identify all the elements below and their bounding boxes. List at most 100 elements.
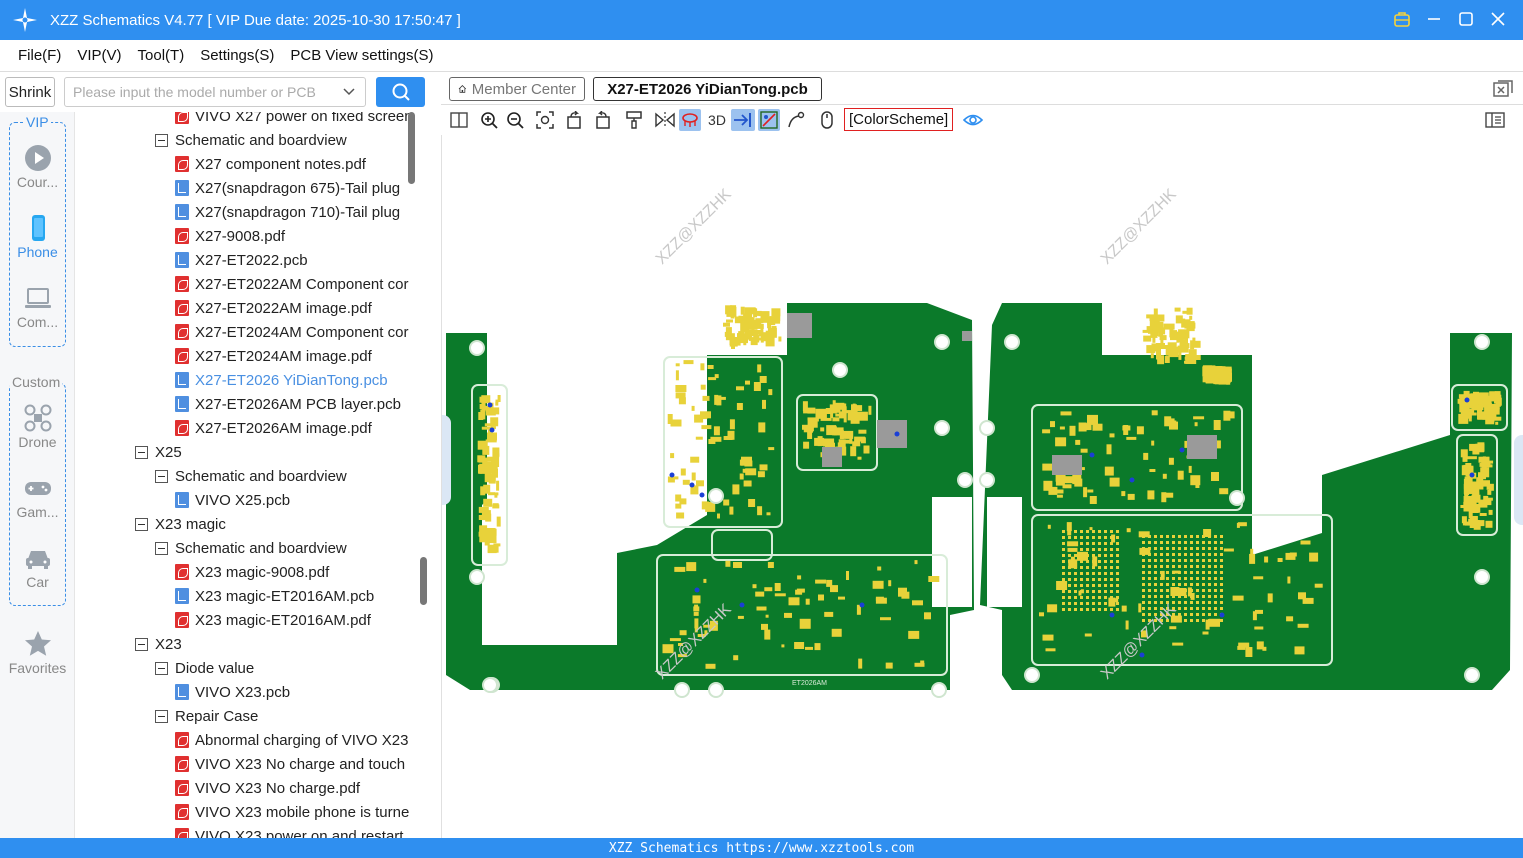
search-button[interactable]: [376, 77, 425, 107]
pcb-pad: [1287, 576, 1291, 584]
rail-item-games[interactable]: Gam...: [0, 474, 75, 520]
close-tabs-icon[interactable]: [1493, 80, 1513, 98]
flip-board-button[interactable]: [731, 109, 755, 131]
tree-file[interactable]: VIVO X23 mobile phone is turne: [175, 800, 409, 824]
tree-file[interactable]: X27-ET2026 YiDianTong.pcb: [175, 368, 388, 392]
chevron-down-icon[interactable]: [342, 85, 356, 99]
rail-item-favorites[interactable]: Favorites: [0, 630, 75, 676]
tree-file[interactable]: VIVO X23 No charge and touch: [175, 752, 405, 776]
collapse-icon[interactable]: [135, 445, 148, 459]
tree-file[interactable]: X27-ET2024AM Component cor: [175, 320, 408, 344]
menu-tool[interactable]: Tool(T): [138, 47, 185, 64]
tree-scrollbar[interactable]: [408, 112, 432, 838]
rail-item-car[interactable]: Car: [0, 544, 75, 590]
tree-file[interactable]: VIVO X23 power on and restart: [175, 824, 403, 838]
tree-folder[interactable]: X23: [135, 632, 182, 656]
tree-file[interactable]: X23 magic-ET2016AM.pdf: [175, 608, 371, 632]
zoom-out-button[interactable]: [504, 109, 526, 131]
pcb-bga-ball: [1172, 571, 1175, 574]
menu-settings[interactable]: Settings(S): [200, 47, 274, 64]
tree-file[interactable]: VIVO X27 power on fixed screen: [175, 112, 413, 128]
collapse-icon[interactable]: [155, 541, 168, 555]
layer-view-button[interactable]: [758, 109, 780, 131]
pcb-bga-ball: [1098, 560, 1101, 563]
tree-scroll-thumb[interactable]: [420, 557, 427, 605]
visibility-button[interactable]: [962, 109, 984, 131]
side-panel-button[interactable]: [1484, 109, 1506, 131]
tree-file[interactable]: X27-ET2024AM image.pdf: [175, 344, 372, 368]
tree-folder[interactable]: Repair Case: [155, 704, 258, 728]
tree-folder[interactable]: Diode value: [155, 656, 254, 680]
minimize-button[interactable]: [1423, 8, 1445, 30]
right-collapse-handle[interactable]: [1514, 435, 1523, 525]
mouse-mode-button[interactable]: [816, 109, 838, 131]
pcb-board-view[interactable]: XZZ@XZZHK XZZ@XZZHKXZZ@XZZHK XZZ@XZZHKET20…: [442, 135, 1523, 838]
search-input[interactable]: [73, 84, 338, 100]
tree-item-label: X27-ET2026 YiDianTong.pcb: [195, 371, 388, 389]
left-collapse-handle[interactable]: [442, 415, 451, 505]
tree-file[interactable]: X27-ET2026AM image.pdf: [175, 416, 372, 440]
tree-file[interactable]: X27(snapdragon 675)-Tail plug: [175, 176, 400, 200]
tree-file[interactable]: X27-ET2022AM Component cor: [175, 272, 408, 296]
zoom-in-button[interactable]: [478, 109, 500, 131]
pcb-via: [487, 402, 493, 408]
tree-file[interactable]: X27-ET2026AM PCB layer.pcb: [175, 392, 401, 416]
tree-file[interactable]: X23 magic-9008.pdf: [175, 560, 329, 584]
collapse-icon[interactable]: [135, 637, 148, 651]
collapse-icon[interactable]: [155, 469, 168, 483]
pcb-pad: [1080, 448, 1088, 453]
color-scheme-button[interactable]: [ColorScheme]: [844, 108, 954, 131]
pcb-bga-ball: [1154, 547, 1157, 550]
tree-file[interactable]: VIVO X25.pcb: [175, 488, 290, 512]
tree-file[interactable]: X27-ET2022AM image.pdf: [175, 296, 372, 320]
tree-file[interactable]: X27 component notes.pdf: [175, 152, 366, 176]
pcb-pad: [1127, 493, 1135, 500]
menu-vip[interactable]: VIP(V): [77, 47, 121, 64]
collapse-icon[interactable]: [155, 133, 168, 147]
rail-item-courses[interactable]: Cour...: [0, 144, 75, 190]
tree-scroll-thumb-h[interactable]: [408, 112, 415, 184]
rotate-right-button[interactable]: [591, 109, 613, 131]
shrink-button[interactable]: Shrink: [5, 77, 55, 107]
mirror-button[interactable]: [654, 109, 676, 131]
close-button[interactable]: [1487, 8, 1509, 30]
tab-active-pcb[interactable]: X27-ET2026 YiDianTong.pcb: [593, 77, 822, 101]
rail-item-computer[interactable]: Com...: [0, 284, 75, 330]
tree-folder[interactable]: X25: [135, 440, 182, 464]
fit-view-button[interactable]: [534, 109, 556, 131]
measure-button[interactable]: [785, 109, 807, 131]
pcb-bga-ball: [1098, 566, 1101, 569]
vip-bag-icon[interactable]: [1391, 8, 1413, 30]
collapse-icon[interactable]: [155, 709, 168, 723]
pcb-chip: [822, 447, 842, 467]
menu-pcb-view-settings[interactable]: PCB View settings(S): [290, 47, 433, 64]
tree-folder[interactable]: Schematic and boardview: [155, 464, 347, 488]
tab-member-center[interactable]: Member Center: [449, 77, 585, 101]
menu-file[interactable]: File(F): [18, 47, 61, 64]
maximize-button[interactable]: [1455, 8, 1477, 30]
tree-folder[interactable]: Schematic and boardview: [155, 128, 347, 152]
tree-file[interactable]: VIVO X23 No charge.pdf: [175, 776, 360, 800]
tree-folder[interactable]: Schematic and boardview: [155, 536, 347, 560]
view-3d-button[interactable]: 3D: [705, 109, 729, 131]
rail-item-drone[interactable]: Drone: [0, 404, 75, 450]
tree-file[interactable]: X23 magic-ET2016AM.pcb: [175, 584, 374, 608]
pcb-mount-hole: [1464, 667, 1480, 683]
collapse-icon[interactable]: [135, 517, 148, 531]
tree-file[interactable]: VIVO X23.pcb: [175, 680, 290, 704]
rotate-left-button[interactable]: [564, 109, 586, 131]
format-painter-button[interactable]: [623, 109, 645, 131]
tree-folder[interactable]: X23 magic: [135, 512, 226, 536]
pcb-pad: [831, 628, 842, 637]
tree-file[interactable]: X27-ET2022.pcb: [175, 248, 308, 272]
pcb-canvas[interactable]: XZZ@XZZHK XZZ@XZZHK XZZ@XZZHK XZZ@XZZHK ET20…: [441, 135, 1523, 838]
highlight-net-button[interactable]: [679, 109, 701, 131]
tree-file[interactable]: X27-9008.pdf: [175, 224, 285, 248]
tree-item-label: X27(snapdragon 675)-Tail plug: [195, 179, 401, 197]
split-view-button[interactable]: [448, 109, 470, 131]
pcb-bga-ball: [1178, 565, 1181, 568]
collapse-icon[interactable]: [155, 661, 168, 675]
rail-item-phone[interactable]: Phone: [0, 214, 75, 260]
tree-file[interactable]: Abnormal charging of VIVO X23: [175, 728, 408, 752]
tree-file[interactable]: X27(snapdragon 710)-Tail plug: [175, 200, 400, 224]
